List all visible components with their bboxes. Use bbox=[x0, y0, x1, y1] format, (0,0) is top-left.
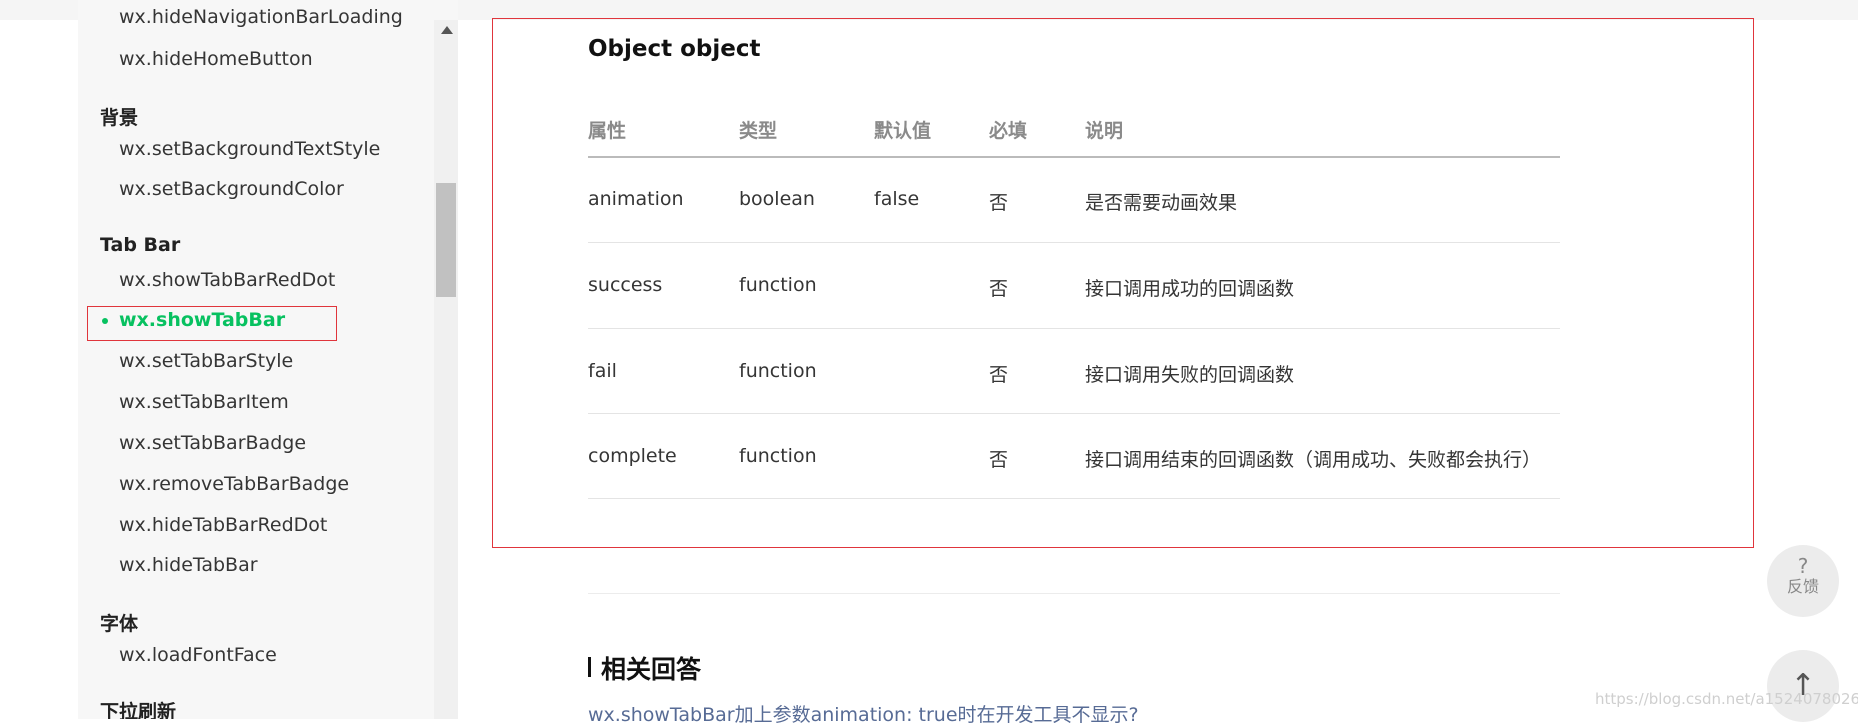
table-cell-required: 否 bbox=[989, 364, 1009, 386]
table-cell-default: false bbox=[874, 188, 920, 210]
sidebar-item-remove-tab-bar-badge[interactable]: wx.removeTabBarBadge bbox=[119, 473, 349, 495]
table-row-divider bbox=[588, 413, 1560, 414]
table-row-divider bbox=[588, 242, 1560, 243]
sidebar-scrollbar[interactable] bbox=[434, 20, 458, 719]
sidebar-group-pull-down-refresh: 下拉刷新 bbox=[100, 701, 177, 719]
sidebar-item-show-tab-bar-red-dot[interactable]: wx.showTabBarRedDot bbox=[119, 269, 335, 291]
sidebar-nav: wx.hideNavigationBarLoading wx.hideHomeB… bbox=[78, 0, 458, 719]
related-answers-title: 相关回答 bbox=[601, 655, 702, 684]
table-cell-description: 接口调用成功的回调函数 bbox=[1085, 278, 1295, 300]
sidebar-item-hide-tab-bar-red-dot[interactable]: wx.hideTabBarRedDot bbox=[119, 514, 327, 536]
table-cell-name: fail bbox=[588, 360, 617, 382]
sidebar-group-tab-bar: Tab Bar bbox=[100, 234, 181, 256]
sidebar-item-set-background-text-style[interactable]: wx.setBackgroundTextStyle bbox=[119, 138, 380, 160]
table-cell-name: animation bbox=[588, 188, 684, 210]
sidebar-item-set-background-color[interactable]: wx.setBackgroundColor bbox=[119, 178, 344, 200]
sidebar-item-set-tab-bar-item[interactable]: wx.setTabBarItem bbox=[119, 391, 289, 413]
header-property: 属性 bbox=[588, 120, 627, 142]
question-icon: ? bbox=[1797, 554, 1809, 578]
sidebar-group-font: 字体 bbox=[100, 613, 139, 635]
watermark: https://blog.csdn.net/a15240780264 bbox=[1595, 690, 1858, 708]
table-cell-description: 接口调用失败的回调函数 bbox=[1085, 364, 1295, 386]
table-cell-name: complete bbox=[588, 445, 677, 467]
sidebar-group-background: 背景 bbox=[100, 107, 139, 129]
back-to-top-button[interactable]: ↑ bbox=[1767, 650, 1839, 722]
sidebar-item-set-tab-bar-style[interactable]: wx.setTabBarStyle bbox=[119, 350, 293, 372]
table-cell-required: 否 bbox=[989, 449, 1009, 471]
table-cell-required: 否 bbox=[989, 192, 1009, 214]
table-cell-type: boolean bbox=[739, 188, 815, 210]
table-row-divider bbox=[588, 328, 1560, 329]
object-title: Object object bbox=[588, 36, 761, 62]
sidebar-scrollbar-thumb[interactable] bbox=[436, 183, 456, 297]
feedback-label: 反馈 bbox=[1786, 577, 1819, 596]
table-cell-description: 接口调用结束的回调函数（调用成功、失败都会执行） bbox=[1085, 449, 1542, 471]
scroll-up-arrow-icon[interactable] bbox=[441, 26, 453, 34]
header-type: 类型 bbox=[739, 120, 778, 142]
left-gutter bbox=[0, 20, 78, 719]
sidebar-item-load-font-face[interactable]: wx.loadFontFace bbox=[119, 644, 277, 666]
arrow-up-icon: ↑ bbox=[1790, 668, 1816, 703]
section-marker bbox=[588, 657, 591, 677]
header-required: 必填 bbox=[989, 120, 1028, 142]
header-default: 默认值 bbox=[874, 120, 932, 142]
sidebar-item-set-tab-bar-badge[interactable]: wx.setTabBarBadge bbox=[119, 432, 306, 454]
header-description: 说明 bbox=[1085, 120, 1124, 142]
table-cell-type: function bbox=[739, 360, 817, 382]
active-item-highlight-box bbox=[87, 306, 337, 341]
sidebar-item-hide-tab-bar[interactable]: wx.hideTabBar bbox=[119, 554, 258, 576]
table-cell-type: function bbox=[739, 445, 817, 467]
table-cell-type: function bbox=[739, 274, 817, 296]
sidebar-item-hide-home-button[interactable]: wx.hideHomeButton bbox=[119, 48, 313, 70]
related-answer-link[interactable]: wx.showTabBar加上参数animation: true时在开发工具不显… bbox=[588, 700, 1139, 727]
table-cell-description: 是否需要动画效果 bbox=[1085, 192, 1238, 214]
table-header-divider bbox=[588, 156, 1560, 158]
section-divider bbox=[588, 593, 1560, 594]
sidebar-item-hide-navigation-bar-loading[interactable]: wx.hideNavigationBarLoading bbox=[119, 6, 403, 28]
table-cell-name: success bbox=[588, 274, 663, 296]
feedback-button[interactable]: ? 反馈 bbox=[1767, 545, 1839, 617]
table-cell-required: 否 bbox=[989, 278, 1009, 300]
table-row-divider bbox=[588, 498, 1560, 499]
